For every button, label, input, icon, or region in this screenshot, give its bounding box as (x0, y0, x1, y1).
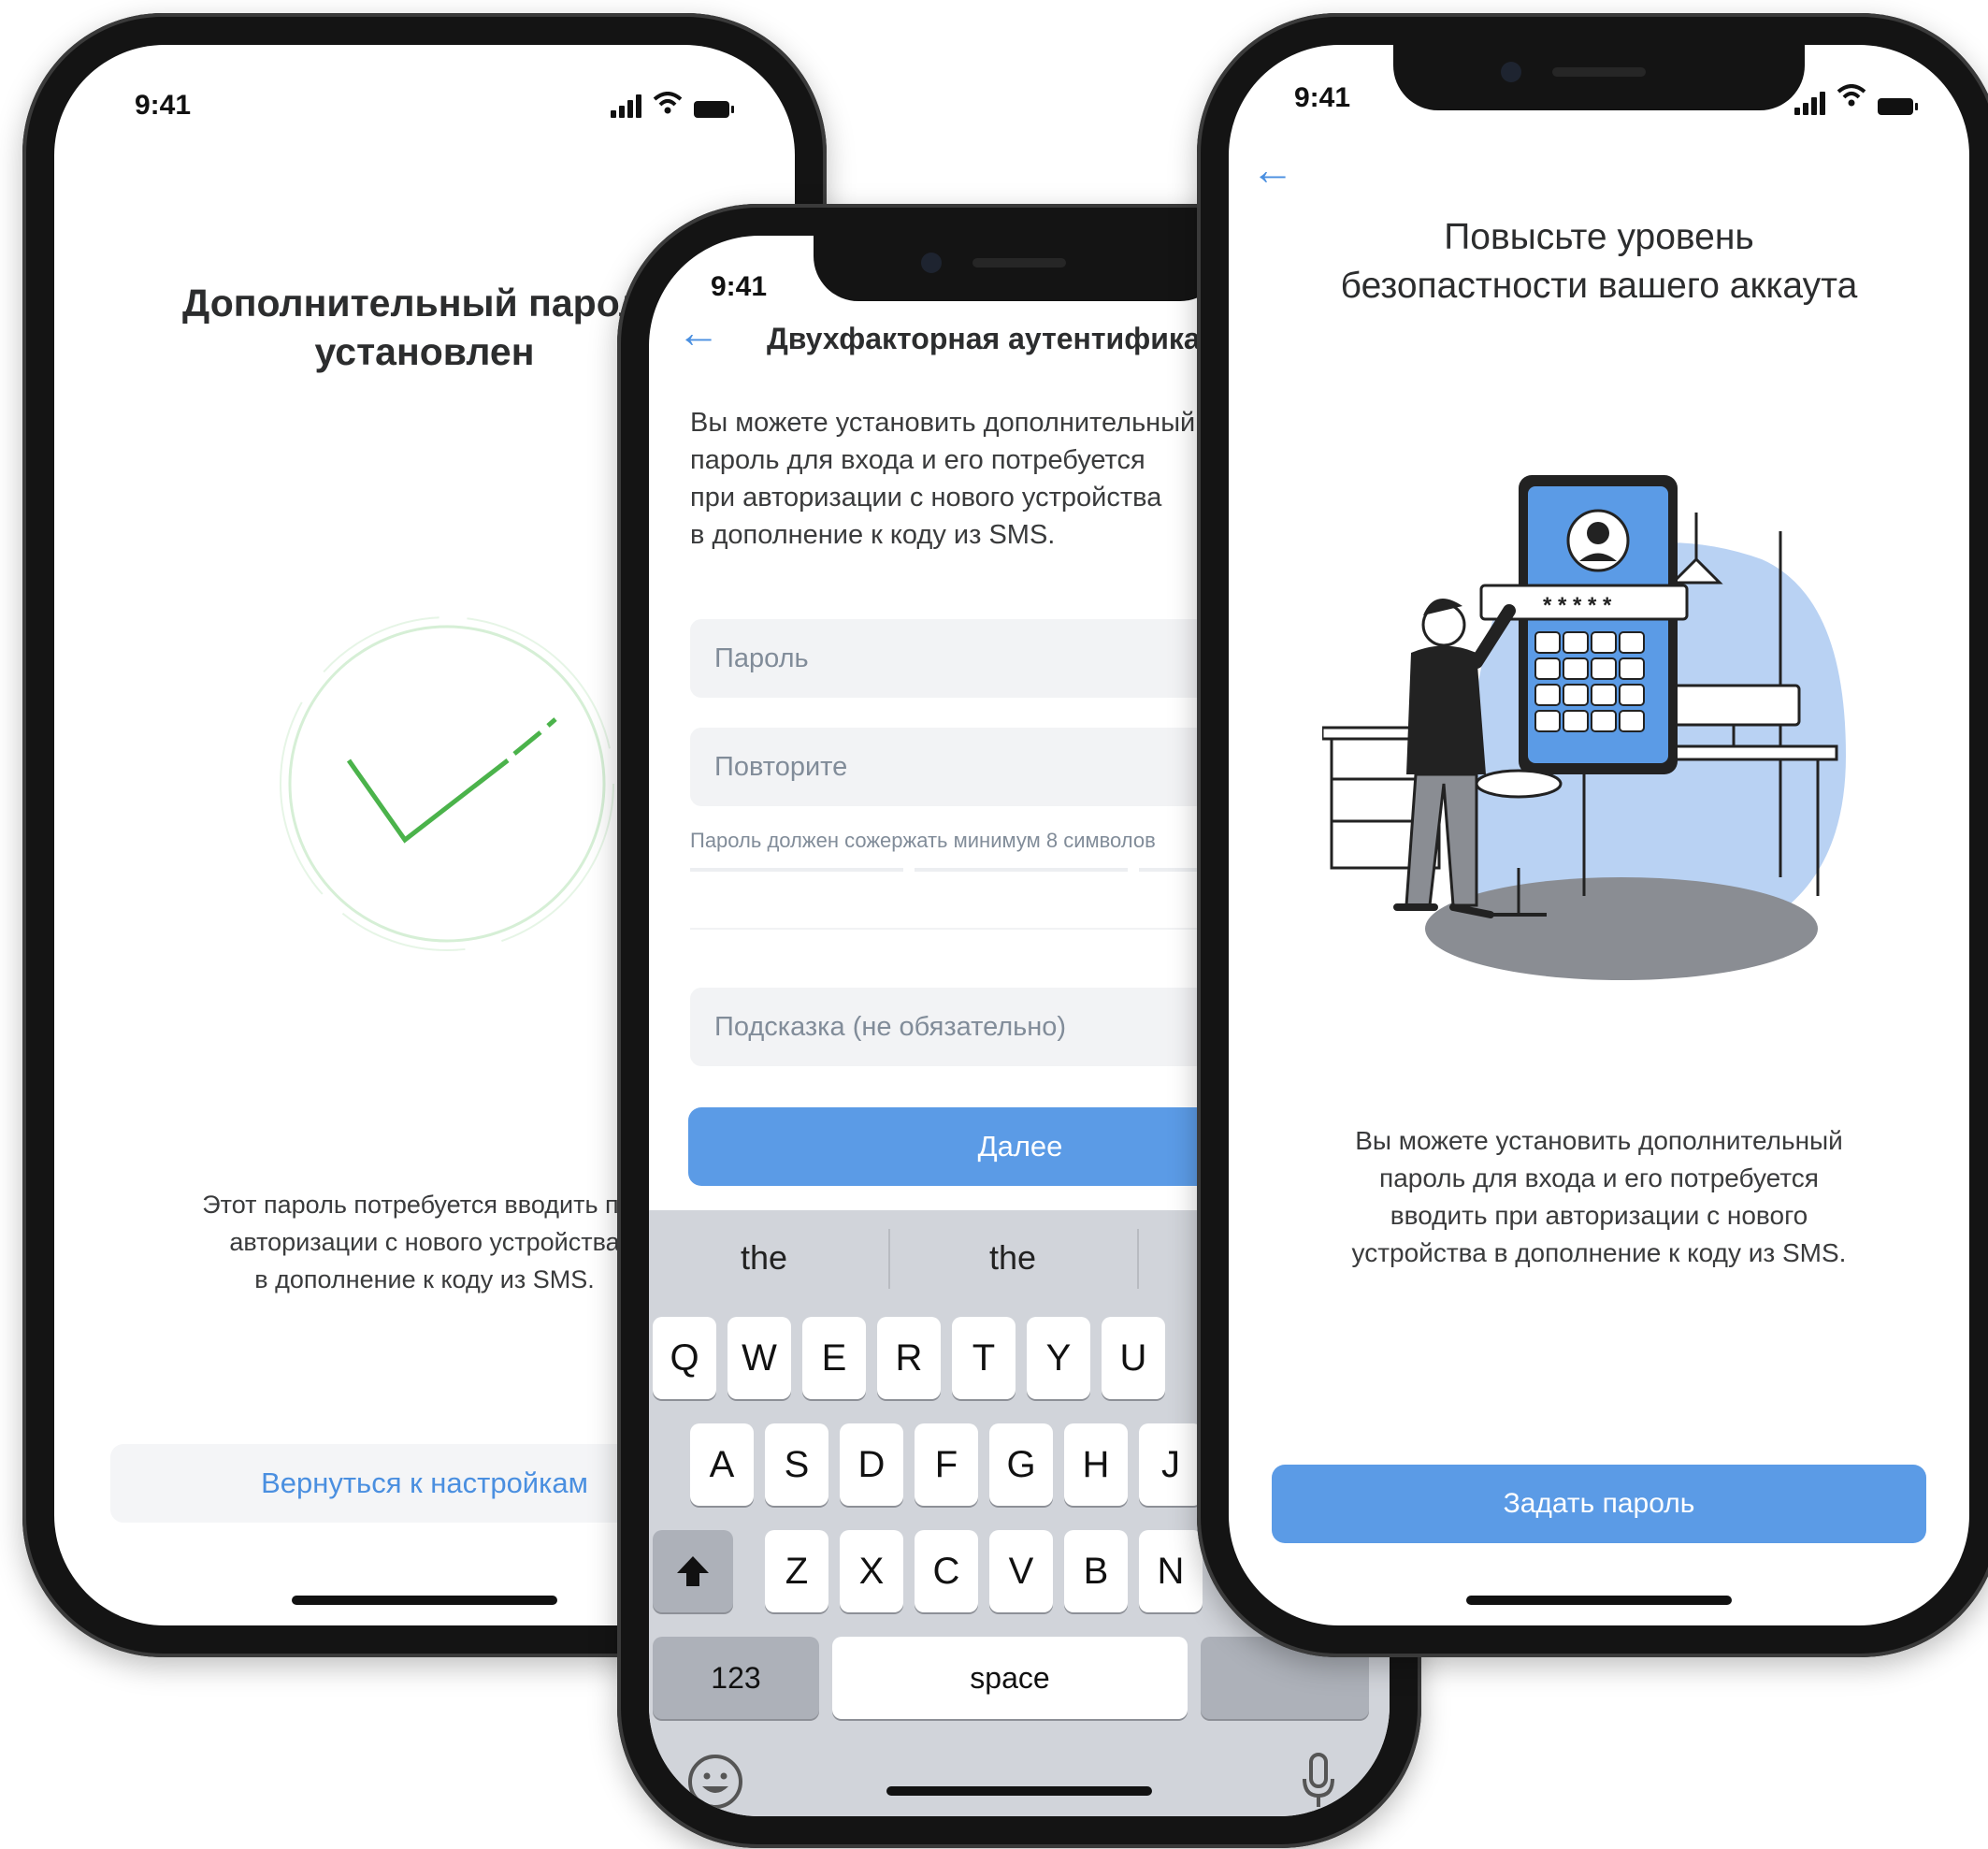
intro-description: Вы можете установить дополнительный паро… (1257, 1122, 1941, 1272)
home-indicator[interactable] (1466, 1596, 1732, 1605)
key-u[interactable]: U (1102, 1317, 1165, 1399)
key-w[interactable]: W (727, 1317, 791, 1399)
suggestion-item[interactable]: the (989, 1238, 1036, 1278)
back-arrow-icon[interactable]: ← (677, 307, 720, 357)
key-v[interactable]: V (989, 1530, 1053, 1612)
wifi-icon (653, 92, 683, 118)
signal-icon (1794, 91, 1825, 115)
key-z[interactable]: Z (765, 1530, 828, 1612)
home-indicator[interactable] (292, 1596, 557, 1605)
description-line: Вы можете установить дополнительный (1355, 1126, 1843, 1155)
status-time: 9:41 (1294, 82, 1351, 113)
page-title: Повысьте уровень безопастности вашего ак… (1229, 213, 1969, 311)
emoji-icon[interactable] (686, 1753, 744, 1811)
signal-icon (611, 94, 641, 118)
suggestion-divider (888, 1229, 890, 1289)
key-g[interactable]: G (989, 1423, 1053, 1506)
microphone-icon[interactable] (1300, 1751, 1337, 1811)
notch (1393, 45, 1805, 110)
status-icons (1794, 84, 1918, 115)
key-b[interactable]: B (1064, 1530, 1128, 1612)
back-arrow-icon[interactable]: ← (1251, 144, 1294, 195)
shift-key[interactable] (653, 1530, 733, 1612)
key-j[interactable]: J (1139, 1423, 1203, 1506)
title-line: безопастности вашего аккаута (1340, 266, 1858, 306)
phone-intro: 9:41 ← Повысьте уровень безопастности ва… (1197, 13, 1988, 1657)
description-line: пароль для входа и его потребуется (1379, 1163, 1819, 1192)
key-y[interactable]: Y (1027, 1317, 1090, 1399)
wifi-icon (1837, 84, 1866, 115)
key-t[interactable]: T (952, 1317, 1016, 1399)
status-icons (611, 92, 734, 118)
suggestion-divider (1137, 1229, 1139, 1289)
key-x[interactable]: X (840, 1530, 903, 1612)
screen-intro: 9:41 ← Повысьте уровень безопастности ва… (1229, 45, 1969, 1625)
key-r[interactable]: R (877, 1317, 941, 1399)
battery-icon (1878, 98, 1918, 115)
header-title: Двухфакторная аутентификация (767, 322, 1255, 355)
space-key[interactable]: space (832, 1637, 1188, 1719)
key-h[interactable]: H (1064, 1423, 1128, 1506)
key-d[interactable]: D (840, 1423, 903, 1506)
shift-icon (677, 1556, 709, 1586)
suggestion-item[interactable]: the (741, 1238, 787, 1278)
battery-icon (694, 101, 734, 118)
description-line: вводить при авторизации с нового (1390, 1201, 1808, 1230)
security-illustration (1322, 475, 1846, 980)
key-c[interactable]: C (915, 1530, 978, 1612)
home-indicator[interactable] (886, 1786, 1152, 1796)
key-e[interactable]: E (802, 1317, 866, 1399)
illustration-password-mask: * * * * * (1543, 593, 1612, 618)
notch (814, 236, 1225, 301)
key-n[interactable]: N (1139, 1530, 1203, 1612)
title-line: Повысьте уровень (1444, 217, 1754, 257)
key-f[interactable]: F (915, 1423, 978, 1506)
key-s[interactable]: S (765, 1423, 828, 1506)
password-hint-text: Пароль должен сожержать минимум 8 символ… (690, 829, 1156, 852)
status-time: 9:41 (135, 90, 192, 121)
status-time: 9:41 (711, 271, 768, 302)
numbers-key[interactable]: 123 (653, 1637, 819, 1719)
key-q[interactable]: Q (653, 1317, 716, 1399)
description-line: устройства в дополнение к коду из SMS. (1351, 1238, 1847, 1267)
success-check-icon (280, 616, 614, 951)
set-password-button[interactable]: Задать пароль (1272, 1465, 1926, 1543)
key-a[interactable]: A (690, 1423, 754, 1506)
